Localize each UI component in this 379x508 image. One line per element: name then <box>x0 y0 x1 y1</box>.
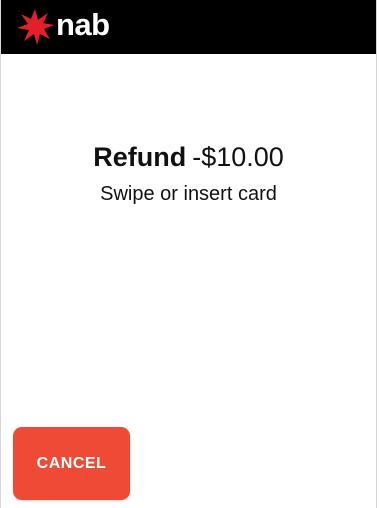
brand-logo: nab <box>15 7 110 45</box>
card-prompt: Swipe or insert card <box>100 183 277 205</box>
brand-name: nab <box>56 7 110 42</box>
nab-star-icon <box>17 9 54 45</box>
transaction-type: Refund <box>93 142 187 172</box>
payment-terminal-screen: nab Refund -$10.00 Swipe or insert card C… <box>0 0 377 508</box>
transaction-panel: Refund -$10.00 Swipe or insert card <box>1 140 376 207</box>
transaction-amount: -$10.00 <box>192 142 284 172</box>
cancel-button[interactable]: CANCEL <box>13 427 130 500</box>
transaction-summary: Refund -$10.00 <box>1 140 376 174</box>
header-bar: nab <box>1 0 376 54</box>
